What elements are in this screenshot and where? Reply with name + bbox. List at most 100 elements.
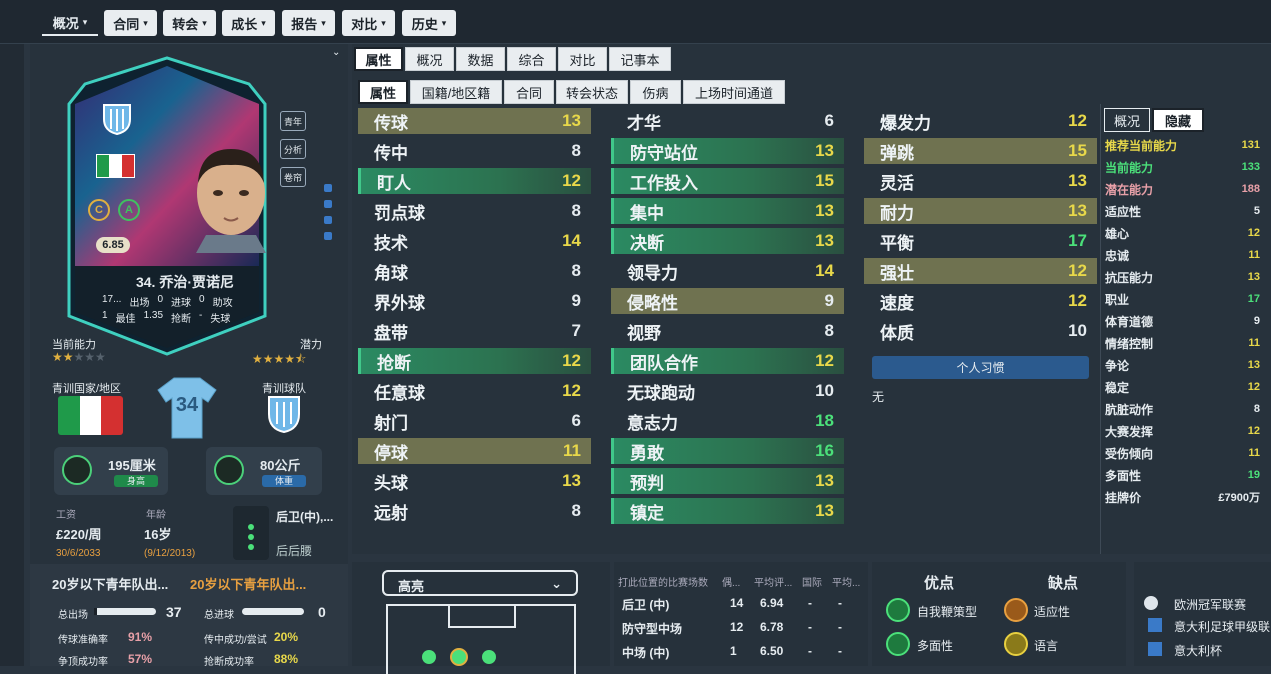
attribute-row[interactable]: 盘带 7 bbox=[358, 318, 591, 344]
attribute-row[interactable]: 灵活 13 bbox=[864, 168, 1097, 194]
attribute-row[interactable]: 传球 13 bbox=[358, 108, 591, 134]
attribute-value: 13 bbox=[1068, 201, 1087, 220]
attribute-row[interactable]: 体质 10 bbox=[864, 318, 1097, 344]
pro-trait: 多面性 bbox=[917, 639, 954, 653]
chevron-down-icon: ▾ bbox=[143, 17, 148, 28]
position-text: 后卫(中),... bbox=[276, 510, 334, 524]
attribute-row[interactable]: 头球 13 bbox=[358, 468, 591, 494]
attribute-value: 13 bbox=[815, 201, 834, 220]
stat-value: 0 bbox=[157, 294, 164, 305]
attribute-row[interactable]: 停球 11 bbox=[358, 438, 591, 464]
competition-name[interactable]: 欧洲冠军联赛 bbox=[1174, 596, 1246, 613]
u20-stat-label: 总出场 bbox=[58, 610, 88, 621]
attribute-row[interactable]: 侵略性 9 bbox=[611, 288, 844, 314]
attribute-row[interactable]: 团队合作 12 bbox=[611, 348, 844, 374]
attribute-value: 8 bbox=[571, 201, 581, 220]
subtab-playing-time[interactable]: 上场时间通道 bbox=[683, 80, 785, 104]
tab-notebook[interactable]: 记事本 bbox=[609, 47, 671, 71]
attribute-row[interactable]: 远射 8 bbox=[358, 498, 591, 524]
attribute-row[interactable]: 才华 6 bbox=[611, 108, 844, 134]
tab-combined[interactable]: 综合 bbox=[507, 47, 556, 71]
tab-overview[interactable]: 概况 bbox=[405, 47, 454, 71]
attribute-row[interactable]: 技术 14 bbox=[358, 228, 591, 254]
attribute-value: 13 bbox=[815, 501, 834, 520]
subtab-attributes[interactable]: 属性 bbox=[358, 80, 408, 104]
attribute-row[interactable]: 任意球 12 bbox=[358, 378, 591, 404]
pager-dot[interactable] bbox=[324, 184, 332, 192]
table-header: 打此位置的比赛场数 bbox=[618, 578, 708, 589]
pro-trait: 自我鞭策型 bbox=[917, 605, 978, 619]
subtab-nationality[interactable]: 国籍/地区籍 bbox=[410, 80, 502, 104]
nav-compare[interactable]: 对比 ▾ bbox=[342, 10, 395, 36]
nav-development[interactable]: 成长 ▾ bbox=[222, 10, 275, 36]
nav-contract[interactable]: 合同 ▾ bbox=[104, 10, 157, 36]
attribute-row[interactable]: 决断 13 bbox=[611, 228, 844, 254]
attribute-row[interactable]: 界外球 9 bbox=[358, 288, 591, 314]
attribute-row[interactable]: 爆发力 12 bbox=[864, 108, 1097, 134]
tab-attributes[interactable]: 属性 bbox=[354, 47, 403, 71]
personal-habits-button[interactable]: 个人习惯 bbox=[872, 356, 1089, 379]
competition-name[interactable]: 意大利足球甲级联 bbox=[1174, 618, 1271, 635]
attribute-row[interactable]: 罚点球 8 bbox=[358, 198, 591, 224]
attribute-row[interactable]: 传中 8 bbox=[358, 138, 591, 164]
attribute-row[interactable]: 盯人 12 bbox=[358, 168, 591, 194]
attribute-row[interactable]: 防守站位 13 bbox=[611, 138, 844, 164]
attribute-row[interactable]: 领导力 14 bbox=[611, 258, 844, 284]
champions-league-icon bbox=[1144, 596, 1158, 610]
u20-stat-value: 91% bbox=[128, 630, 153, 644]
highlights-select[interactable]: 高亮 ⌄ bbox=[382, 570, 578, 596]
chevron-down-icon[interactable]: ⌄ bbox=[332, 47, 340, 58]
pager-dot[interactable] bbox=[324, 232, 332, 240]
attribute-name: 视野 bbox=[627, 323, 661, 343]
language-icon bbox=[1004, 632, 1028, 656]
attribute-row[interactable]: 抢断 12 bbox=[358, 348, 591, 374]
tab-compare[interactable]: 对比 bbox=[558, 47, 607, 71]
attribute-name: 团队合作 bbox=[630, 353, 698, 373]
attribute-value: 13 bbox=[815, 471, 834, 490]
subtab-injuries[interactable]: 伤病 bbox=[630, 80, 681, 104]
attribute-row[interactable]: 无球跑动 10 bbox=[611, 378, 844, 404]
hidden-attribute-name: 大赛发挥 bbox=[1105, 424, 1154, 439]
nav-history[interactable]: 历史 ▾ bbox=[402, 10, 456, 36]
attribute-row[interactable]: 预判 13 bbox=[611, 468, 844, 494]
u20-stat-value: 20% bbox=[274, 630, 299, 644]
attribute-name: 耐力 bbox=[880, 203, 914, 223]
player-name: 34. 乔治·贾诺尼 bbox=[135, 274, 234, 290]
attribute-row[interactable]: 视野 8 bbox=[611, 318, 844, 344]
stats-row-1: 17... 出场 0 进球 0 助攻 bbox=[102, 294, 282, 309]
tab-hidden[interactable]: 隐藏 bbox=[1152, 108, 1204, 132]
attribute-name: 无球跑动 bbox=[627, 383, 695, 403]
attribute-row[interactable]: 角球 8 bbox=[358, 258, 591, 284]
hidden-attribute-name: 当前能力 bbox=[1105, 160, 1154, 175]
u20-stat-label: 传球准确率 bbox=[58, 635, 108, 646]
hidden-attribute-value: 11 bbox=[1248, 337, 1260, 349]
stat-key: 抢断 bbox=[171, 314, 192, 325]
attribute-name: 防守站位 bbox=[630, 143, 698, 163]
attribute-row[interactable]: 意志力 18 bbox=[611, 408, 844, 434]
subtab-contract[interactable]: 合同 bbox=[504, 80, 554, 104]
attribute-row[interactable]: 工作投入 15 bbox=[611, 168, 844, 194]
attribute-name: 预判 bbox=[630, 473, 664, 493]
attribute-row[interactable]: 勇敢 16 bbox=[611, 438, 844, 464]
attribute-value: 9 bbox=[824, 291, 834, 310]
tab-hidden-overview[interactable]: 概况 bbox=[1104, 108, 1150, 132]
attribute-row[interactable]: 耐力 13 bbox=[864, 198, 1097, 224]
top-bar: 概况 ▾ 合同 ▾ 转会 ▾ 成长 ▾ 报告 ▾ 对比 ▾ 历史 ▾ bbox=[0, 0, 1271, 44]
card-pager[interactable] bbox=[324, 184, 332, 240]
attribute-row[interactable]: 速度 12 bbox=[864, 288, 1097, 314]
attribute-row[interactable]: 强壮 12 bbox=[864, 258, 1097, 284]
nav-overview[interactable]: 概况 ▾ bbox=[42, 10, 98, 36]
pager-dot[interactable] bbox=[324, 200, 332, 208]
attribute-row[interactable]: 集中 13 bbox=[611, 198, 844, 224]
attribute-row[interactable]: 镇定 13 bbox=[611, 498, 844, 524]
attribute-row[interactable]: 平衡 17 bbox=[864, 228, 1097, 254]
attribute-row[interactable]: 弹跳 15 bbox=[864, 138, 1097, 164]
pager-dot[interactable] bbox=[324, 216, 332, 224]
nav-reports[interactable]: 报告 ▾ bbox=[282, 10, 335, 36]
nav-transfer[interactable]: 转会 ▾ bbox=[163, 10, 216, 36]
tab-data[interactable]: 数据 bbox=[456, 47, 505, 71]
attribute-row[interactable]: 射门 6 bbox=[358, 408, 591, 434]
subtab-transfer-status[interactable]: 转会状态 bbox=[556, 80, 628, 104]
competition-name[interactable]: 意大利杯 bbox=[1174, 642, 1222, 659]
attribute-value: 14 bbox=[815, 261, 834, 280]
